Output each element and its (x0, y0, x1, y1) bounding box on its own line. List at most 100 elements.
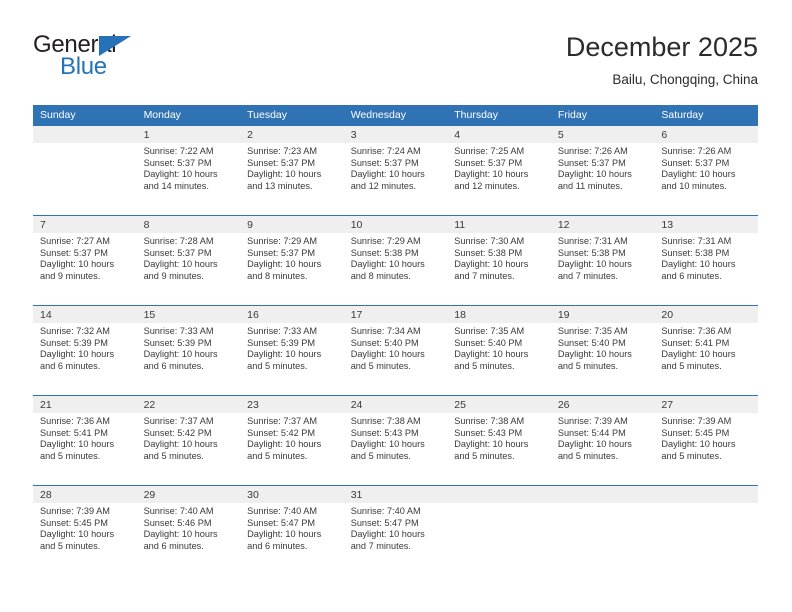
day-cell-inner: 20 Sunrise: 7:36 AM Sunset: 5:41 PM Dayligh… (654, 306, 758, 395)
day-details: Sunrise: 7:37 AM Sunset: 5:42 PM Daylight:… (137, 413, 241, 462)
detail-sunrise: Sunrise: 7:35 AM (454, 326, 525, 336)
detail-daylight1: Daylight: 10 hours (40, 349, 115, 360)
day-details (551, 503, 655, 506)
detail-sunset: Sunset: 5:39 PM (247, 337, 316, 348)
title-block: December 2025 Bailu, Chongqing, China (566, 30, 758, 90)
calendar-day-cell[interactable]: 3 Sunrise: 7:24 AM Sunset: 5:37 PM Daylight… (343, 126, 448, 216)
day-number: 14 (33, 306, 137, 323)
calendar-day-cell[interactable]: 13 Sunrise: 7:31 AM Sunset: 5:38 PM Dayligh… (654, 215, 758, 306)
generalblue-logo[interactable]: General Blue (33, 32, 233, 88)
detail-daylight1: Daylight: 10 hours (557, 259, 632, 270)
calendar-day-cell[interactable]: 24 Sunrise: 7:38 AM Sunset: 5:43 PM Dayligh… (343, 395, 448, 486)
day-cell-inner: 13 Sunrise: 7:31 AM Sunset: 5:38 PM Dayligh… (654, 216, 758, 305)
detail-sunset: Sunset: 5:45 PM (40, 517, 108, 528)
day-cell-inner: 23 Sunrise: 7:37 AM Sunset: 5:42 PM Dayligh… (240, 396, 344, 485)
day-cell-inner (33, 126, 137, 215)
calendar-day-cell[interactable]: 26 Sunrise: 7:39 AM Sunset: 5:44 PM Dayligh… (550, 395, 655, 486)
calendar-day-cell[interactable]: 31 Sunrise: 7:40 AM Sunset: 5:47 PM Dayligh… (343, 485, 448, 575)
detail-sunrise: Sunrise: 7:25 AM (454, 146, 525, 156)
day-details: Sunrise: 7:34 AM Sunset: 5:40 PM Daylight:… (344, 323, 448, 372)
calendar-day-cell[interactable]: 8 Sunrise: 7:28 AM Sunset: 5:37 PM Daylight… (136, 215, 241, 306)
calendar-day-cell[interactable]: 19 Sunrise: 7:35 AM Sunset: 5:40 PM Dayligh… (550, 305, 655, 396)
detail-daylight2: and 5 minutes. (661, 360, 722, 371)
calendar-day-cell[interactable]: 12 Sunrise: 7:31 AM Sunset: 5:38 PM Dayligh… (550, 215, 655, 306)
calendar-day-cell[interactable]: 9 Sunrise: 7:29 AM Sunset: 5:37 PM Daylight… (240, 215, 344, 306)
calendar-day-cell[interactable]: 23 Sunrise: 7:37 AM Sunset: 5:42 PM Dayligh… (240, 395, 344, 486)
detail-sunrise: Sunrise: 7:40 AM (143, 506, 214, 516)
detail-sunrise: Sunrise: 7:27 AM (40, 236, 110, 246)
day-number: 17 (343, 306, 448, 323)
day-cell-inner: 19 Sunrise: 7:35 AM Sunset: 5:40 PM Dayligh… (550, 306, 655, 395)
detail-sunset: Sunset: 5:41 PM (661, 337, 730, 348)
detail-sunset: Sunset: 5:39 PM (40, 337, 108, 348)
day-cell-inner: 24 Sunrise: 7:38 AM Sunset: 5:43 PM Dayligh… (343, 396, 448, 485)
calendar-day-cell[interactable]: 1 Sunrise: 7:22 AM Sunset: 5:37 PM Daylight… (136, 126, 241, 216)
day-number (550, 486, 655, 503)
detail-daylight1: Daylight: 10 hours (454, 169, 529, 180)
detail-sunrise: Sunrise: 7:38 AM (454, 416, 525, 426)
day-cell-inner: 1 Sunrise: 7:22 AM Sunset: 5:37 PM Daylight… (136, 126, 241, 215)
day-cell-inner: 9 Sunrise: 7:29 AM Sunset: 5:37 PM Daylight… (240, 216, 344, 305)
calendar-day-cell[interactable]: 29 Sunrise: 7:40 AM Sunset: 5:46 PM Dayligh… (136, 485, 241, 575)
day-details: Sunrise: 7:28 AM Sunset: 5:37 PM Daylight:… (137, 233, 241, 282)
day-number: 5 (550, 126, 655, 143)
detail-daylight1: Daylight: 10 hours (40, 259, 115, 270)
detail-sunrise: Sunrise: 7:37 AM (143, 416, 214, 426)
day-number: 8 (136, 216, 241, 233)
calendar-day-cell[interactable]: 7 Sunrise: 7:27 AM Sunset: 5:37 PM Daylight… (33, 215, 137, 306)
detail-sunrise: Sunrise: 7:31 AM (661, 236, 732, 246)
day-number: 26 (550, 396, 655, 413)
day-details: Sunrise: 7:36 AM Sunset: 5:41 PM Daylight:… (654, 323, 758, 372)
calendar-day-cell[interactable]: 17 Sunrise: 7:34 AM Sunset: 5:40 PM Dayligh… (343, 305, 448, 396)
day-details: Sunrise: 7:29 AM Sunset: 5:38 PM Daylight:… (344, 233, 448, 282)
detail-daylight1: Daylight: 10 hours (40, 529, 115, 540)
day-details: Sunrise: 7:33 AM Sunset: 5:39 PM Daylight:… (240, 323, 344, 372)
calendar-day-cell[interactable]: 21 Sunrise: 7:36 AM Sunset: 5:41 PM Dayligh… (33, 395, 137, 486)
detail-daylight2: and 5 minutes. (40, 540, 101, 551)
day-details: Sunrise: 7:38 AM Sunset: 5:43 PM Daylight:… (447, 413, 551, 462)
calendar-day-cell[interactable]: 10 Sunrise: 7:29 AM Sunset: 5:38 PM Dayligh… (343, 215, 448, 306)
day-number: 6 (654, 126, 758, 143)
day-number: 29 (136, 486, 241, 503)
calendar-day-cell[interactable]: 2 Sunrise: 7:23 AM Sunset: 5:37 PM Daylight… (240, 126, 344, 216)
day-cell-inner: 3 Sunrise: 7:24 AM Sunset: 5:37 PM Daylight… (343, 126, 448, 215)
calendar-day-cell[interactable]: 27 Sunrise: 7:39 AM Sunset: 5:45 PM Dayligh… (654, 395, 758, 486)
detail-daylight2: and 5 minutes. (454, 360, 515, 371)
day-number (654, 486, 758, 503)
day-cell-inner: 28 Sunrise: 7:39 AM Sunset: 5:45 PM Dayligh… (33, 486, 137, 575)
calendar-week-row: 21 Sunrise: 7:36 AM Sunset: 5:41 PM Dayligh… (33, 395, 758, 486)
detail-sunrise: Sunrise: 7:33 AM (143, 326, 214, 336)
detail-daylight2: and 6 minutes. (247, 540, 308, 551)
detail-daylight1: Daylight: 10 hours (350, 259, 425, 270)
detail-sunset: Sunset: 5:39 PM (143, 337, 212, 348)
page-title: December 2025 (565, 32, 758, 62)
calendar-day-cell[interactable]: 14 Sunrise: 7:32 AM Sunset: 5:39 PM Dayligh… (33, 305, 137, 396)
detail-daylight1: Daylight: 10 hours (661, 349, 736, 360)
detail-sunrise: Sunrise: 7:26 AM (557, 146, 628, 156)
day-details: Sunrise: 7:24 AM Sunset: 5:37 PM Daylight:… (344, 143, 448, 192)
calendar-day-cell[interactable]: 18 Sunrise: 7:35 AM Sunset: 5:40 PM Dayligh… (447, 305, 551, 396)
day-cell-inner: 14 Sunrise: 7:32 AM Sunset: 5:39 PM Dayligh… (33, 306, 137, 395)
calendar-day-cell[interactable]: 15 Sunrise: 7:33 AM Sunset: 5:39 PM Dayligh… (136, 305, 241, 396)
weekday-header-monday: Monday (136, 105, 241, 126)
calendar-day-cell[interactable]: 25 Sunrise: 7:38 AM Sunset: 5:43 PM Dayligh… (447, 395, 551, 486)
calendar-day-cell[interactable]: 22 Sunrise: 7:37 AM Sunset: 5:42 PM Dayligh… (136, 395, 241, 486)
calendar-day-cell[interactable]: 4 Sunrise: 7:25 AM Sunset: 5:37 PM Daylight… (447, 126, 551, 216)
weekday-header: Sunday Monday Tuesday Wednesday Thursday Frid… (33, 105, 758, 126)
calendar-day-cell[interactable]: 6 Sunrise: 7:26 AM Sunset: 5:37 PM Daylight… (654, 126, 758, 216)
calendar-day-cell[interactable]: 11 Sunrise: 7:30 AM Sunset: 5:38 PM Dayligh… (447, 215, 551, 306)
detail-daylight2: and 7 minutes. (557, 270, 619, 281)
detail-daylight1: Daylight: 10 hours (350, 169, 425, 180)
calendar-table: Sunday Monday Tuesday Wednesday Thursday Frid… (33, 105, 758, 575)
calendar-day-cell[interactable]: 30 Sunrise: 7:40 AM Sunset: 5:47 PM Dayligh… (240, 485, 344, 575)
calendar-body: 1 Sunrise: 7:22 AM Sunset: 5:37 PM Daylight… (33, 126, 758, 575)
calendar-day-cell[interactable]: 16 Sunrise: 7:33 AM Sunset: 5:39 PM Dayligh… (240, 305, 344, 396)
calendar-day-cell[interactable]: 5 Sunrise: 7:26 AM Sunset: 5:37 PM Daylight… (550, 126, 655, 216)
calendar-day-cell[interactable]: 28 Sunrise: 7:39 AM Sunset: 5:45 PM Dayligh… (33, 485, 137, 575)
detail-sunrise: Sunrise: 7:26 AM (661, 146, 732, 156)
detail-daylight2: and 5 minutes. (557, 450, 619, 461)
day-number: 21 (33, 396, 137, 413)
calendar-day-cell[interactable]: 20 Sunrise: 7:36 AM Sunset: 5:41 PM Dayligh… (654, 305, 758, 396)
day-cell-inner: 6 Sunrise: 7:26 AM Sunset: 5:37 PM Daylight… (654, 126, 758, 215)
detail-daylight2: and 5 minutes. (557, 360, 619, 371)
